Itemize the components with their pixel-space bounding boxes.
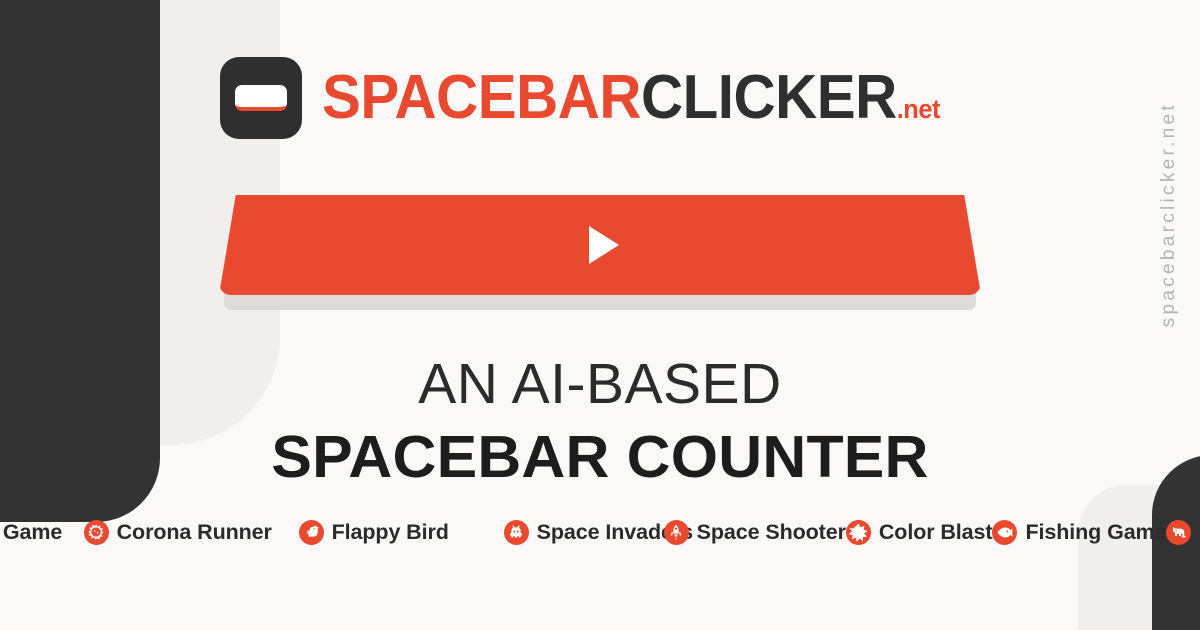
dog-icon [1166, 519, 1192, 545]
virus-icon [83, 519, 109, 545]
fish-icon [992, 519, 1018, 545]
game-item-color-blast[interactable]: Color Blast [845, 515, 993, 549]
game-label: Flappy Bird [331, 519, 449, 544]
rocket-icon [663, 519, 689, 545]
game-item-flappy-bird[interactable]: Flappy Bird [298, 515, 504, 549]
spacebar-key-glyph [235, 85, 288, 111]
game-item-feed-the-dog[interactable]: Feed The Dog [1166, 515, 1200, 549]
game-item-dinosaur-game[interactable]: Dinosaur Game [0, 515, 84, 549]
site-watermark: spacebarclicker.net [1152, 50, 1186, 380]
watermark-text: spacebarclicker.net [1158, 102, 1179, 328]
play-triangle-icon [589, 226, 619, 264]
hero-stage: SPACEBARCLICKER.net AN AI-BASED SPACEBAR… [0, 0, 1200, 630]
game-label: Space Shooter [696, 519, 846, 544]
game-item-space-shooter[interactable]: Space Shooter [663, 515, 846, 549]
burst-icon [845, 519, 871, 545]
game-item-corona-runner[interactable]: Corona Runner [83, 515, 299, 549]
hero-title: SPACEBAR COUNTER [271, 424, 929, 490]
spacebar-button[interactable] [219, 195, 981, 310]
brand-logo[interactable]: SPACEBARCLICKER.net [220, 57, 979, 139]
game-item-space-invaders[interactable]: Space Invaders [503, 515, 693, 549]
bird-icon [298, 519, 324, 545]
hero-subtitle: AN AI-BASED [418, 352, 782, 416]
brand-wordmark: SPACEBARCLICKER.net [322, 67, 940, 129]
game-label: Color Blast [878, 519, 993, 544]
game-list: Dinosaur Game Corona Runner Flappy Bird … [0, 515, 1200, 549]
spacebar-button-top[interactable] [219, 195, 981, 295]
alien-icon [503, 519, 529, 545]
game-label: Corona Runner [116, 519, 272, 544]
brand-tld: .net [897, 94, 941, 124]
game-item-fishing-game[interactable]: Fishing Game [992, 515, 1167, 549]
brand-name-secondary: CLICKER [641, 63, 898, 132]
game-label: Dinosaur Game [0, 519, 63, 544]
game-label: Fishing Game [1025, 519, 1167, 544]
spacebar-key-icon [220, 57, 303, 139]
brand-name-primary: SPACEBAR [322, 63, 642, 132]
